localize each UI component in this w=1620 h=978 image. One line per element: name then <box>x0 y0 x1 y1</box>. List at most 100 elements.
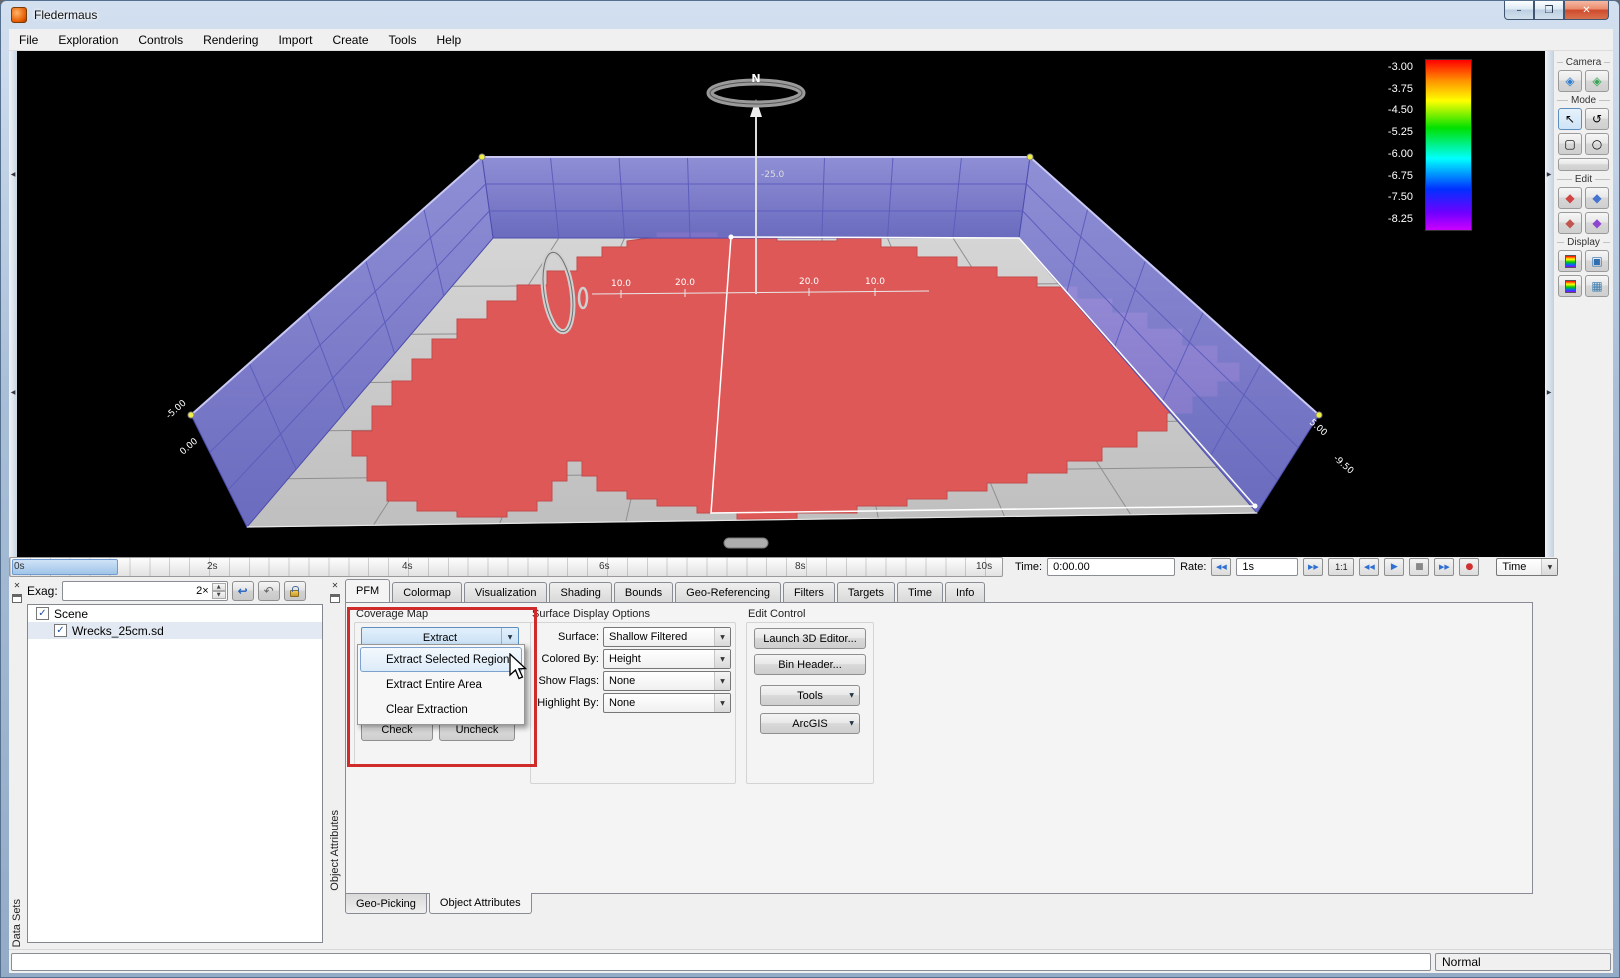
menu-create[interactable]: Create <box>322 29 378 50</box>
attributes-close-button[interactable]: ✕ <box>329 579 341 591</box>
right-splitter[interactable]: ▶ ▶ <box>1545 51 1553 557</box>
mode-pointer-button[interactable]: ↖ <box>1558 108 1582 130</box>
legend-value: -7.50 <box>1388 191 1413 203</box>
highlight-by-combo[interactable]: None ▼ <box>603 693 731 713</box>
bin-header-button[interactable]: Bin Header... <box>754 654 866 675</box>
tab-geo-picking[interactable]: Geo-Picking <box>345 894 427 914</box>
rate-prev-button[interactable]: ◀◀ <box>1211 558 1231 576</box>
viewport-scroll-thumb[interactable] <box>724 538 768 548</box>
colored-by-combo[interactable]: Height ▼ <box>603 649 731 669</box>
coverage-map-title: Coverage Map <box>356 608 532 621</box>
exaggeration-row: Exag: 2× ▲ ▼ ↩ ↶ <box>27 580 325 602</box>
left-collapse-icon[interactable]: ◀ <box>9 171 17 178</box>
time-mode-combo[interactable]: Time ▼ <box>1496 558 1558 576</box>
axis-tick-label: 20.0 <box>799 277 819 287</box>
title-bar[interactable]: Fledermaus <box>1 1 1619 29</box>
tab-colormap[interactable]: Colormap <box>392 582 462 602</box>
rate-value-field[interactable]: 1s <box>1236 558 1298 576</box>
tree-row-scene[interactable]: ✓ Scene <box>28 605 322 622</box>
edit-plane-icon: ◆ <box>1565 216 1574 230</box>
edit-cube-red-button[interactable]: ◆ <box>1558 187 1582 209</box>
axis-tick-label: 10.0 <box>611 279 631 289</box>
stop-button[interactable]: ■ <box>1409 558 1429 576</box>
right-collapse-icon[interactable]: ▶ <box>1545 389 1553 396</box>
play-button[interactable]: ▶ <box>1384 558 1404 576</box>
close-button[interactable]: ✕ <box>1564 1 1609 20</box>
lock-button[interactable] <box>284 581 306 601</box>
mode-extra-button[interactable] <box>1558 158 1609 171</box>
datasets-close-button[interactable]: ✕ <box>11 579 23 591</box>
tab-filters[interactable]: Filters <box>783 582 835 602</box>
surface-combo[interactable]: Shallow Filtered ▼ <box>603 627 731 647</box>
attributes-side-tab[interactable]: Object Attributes <box>329 810 341 891</box>
time-slider-selection[interactable] <box>12 559 118 575</box>
tab-object-attributes[interactable]: Object Attributes <box>429 893 532 914</box>
menu-exploration[interactable]: Exploration <box>48 29 128 50</box>
reset-view-button[interactable]: ↩ <box>232 581 254 601</box>
go-start-button[interactable]: ◀◀ <box>1359 558 1379 576</box>
menu-controls[interactable]: Controls <box>128 29 193 50</box>
menu-tools[interactable]: Tools <box>379 29 427 50</box>
tab-targets[interactable]: Targets <box>837 582 895 602</box>
left-splitter[interactable]: ◀ ◀ <box>9 51 17 557</box>
scene-svg[interactable]: 10.0 20.0 20.0 10.0 -25.0 N - <box>17 51 1545 557</box>
right-collapse-icon[interactable]: ▶ <box>1545 171 1553 178</box>
camera-pan-button[interactable]: ◈ <box>1585 70 1609 92</box>
edit-control-title: Edit Control <box>748 608 874 621</box>
tab-pfm[interactable]: PFM <box>345 579 390 602</box>
left-collapse-icon[interactable]: ◀ <box>9 389 17 396</box>
tools-dropdown-button[interactable]: Tools ▼ <box>760 685 860 706</box>
menu-file[interactable]: File <box>9 29 48 50</box>
menu-rendering[interactable]: Rendering <box>193 29 268 50</box>
launch-3d-editor-button[interactable]: Launch 3D Editor... <box>754 628 866 649</box>
app-window: Fledermaus – ❒ ✕ File Exploration Contro… <box>0 0 1620 978</box>
menu-item-extract-entire-area[interactable]: Extract Entire Area <box>360 672 522 697</box>
dataset-checkbox[interactable]: ✓ <box>54 624 67 637</box>
display-colormap-button[interactable] <box>1558 250 1582 272</box>
time-value-field[interactable]: 0:00.00 <box>1047 558 1175 576</box>
undo-button[interactable]: ↶ <box>258 581 280 601</box>
timeline-bar: 0s 2s 4s 6s 8s 10s Time: 0:00.00 Rate: ◀… <box>9 557 1613 577</box>
menu-item-extract-selected-region[interactable]: Extract Selected Region <box>360 647 522 672</box>
mode-lasso-button[interactable]: ○ <box>1585 133 1609 155</box>
edit-cube-blue-button[interactable]: ◆ <box>1585 187 1609 209</box>
arcgis-dropdown-button[interactable]: ArcGIS ▼ <box>760 713 860 734</box>
tab-time[interactable]: Time <box>897 582 943 602</box>
time-slider-track[interactable]: 0s 2s 4s 6s 8s 10s <box>9 557 1003 577</box>
spin-down-button[interactable]: ▼ <box>212 591 226 599</box>
tab-bounds[interactable]: Bounds <box>614 582 673 602</box>
window-title: Fledermaus <box>34 8 97 22</box>
camera-orbit-button[interactable]: ◈ <box>1558 70 1582 92</box>
tab-shading[interactable]: Shading <box>549 582 611 602</box>
tab-info[interactable]: Info <box>945 582 985 602</box>
tree-row-dataset[interactable]: ✓ Wrecks_25cm.sd <box>28 622 322 639</box>
exag-spinner[interactable]: 2× ▲ ▼ <box>62 581 228 601</box>
minimize-button[interactable]: – <box>1504 1 1534 20</box>
mode-select-button[interactable]: ▢ <box>1558 133 1582 155</box>
rate-label: Rate: <box>1180 561 1206 573</box>
display-monitor-button[interactable]: ▣ <box>1585 250 1609 272</box>
menu-help[interactable]: Help <box>427 29 472 50</box>
spin-up-button[interactable]: ▲ <box>212 583 226 591</box>
menu-import[interactable]: Import <box>268 29 322 50</box>
show-flags-combo[interactable]: None ▼ <box>603 671 731 691</box>
go-end-button[interactable]: ▶▶ <box>1434 558 1454 576</box>
one-to-one-button[interactable]: 1:1 <box>1328 558 1354 576</box>
menu-item-clear-extraction[interactable]: Clear Extraction <box>360 697 522 722</box>
display-grid-button[interactable]: ▦ <box>1585 275 1609 297</box>
lock-icon <box>290 590 299 597</box>
tab-visualization[interactable]: Visualization <box>464 582 548 602</box>
3d-viewport[interactable]: 10.0 20.0 20.0 10.0 -25.0 N - <box>17 51 1545 557</box>
display-gradient-button[interactable] <box>1558 275 1582 297</box>
attributes-detach-icon[interactable] <box>330 594 340 603</box>
edit-plane-button[interactable]: ◆ <box>1558 212 1582 234</box>
edit-pair-button[interactable]: ◆ <box>1585 212 1609 234</box>
maximize-button[interactable]: ❒ <box>1534 1 1564 20</box>
tab-geo-referencing[interactable]: Geo-Referencing <box>675 582 781 602</box>
record-button[interactable]: ● <box>1459 558 1479 576</box>
scene-checkbox[interactable]: ✓ <box>36 607 49 620</box>
datasets-side-tab[interactable]: Data Sets <box>11 899 23 947</box>
rate-next-button[interactable]: ▶▶ <box>1303 558 1323 576</box>
datasets-detach-icon[interactable] <box>12 594 22 603</box>
mode-orbit-button[interactable]: ↺ <box>1585 108 1609 130</box>
